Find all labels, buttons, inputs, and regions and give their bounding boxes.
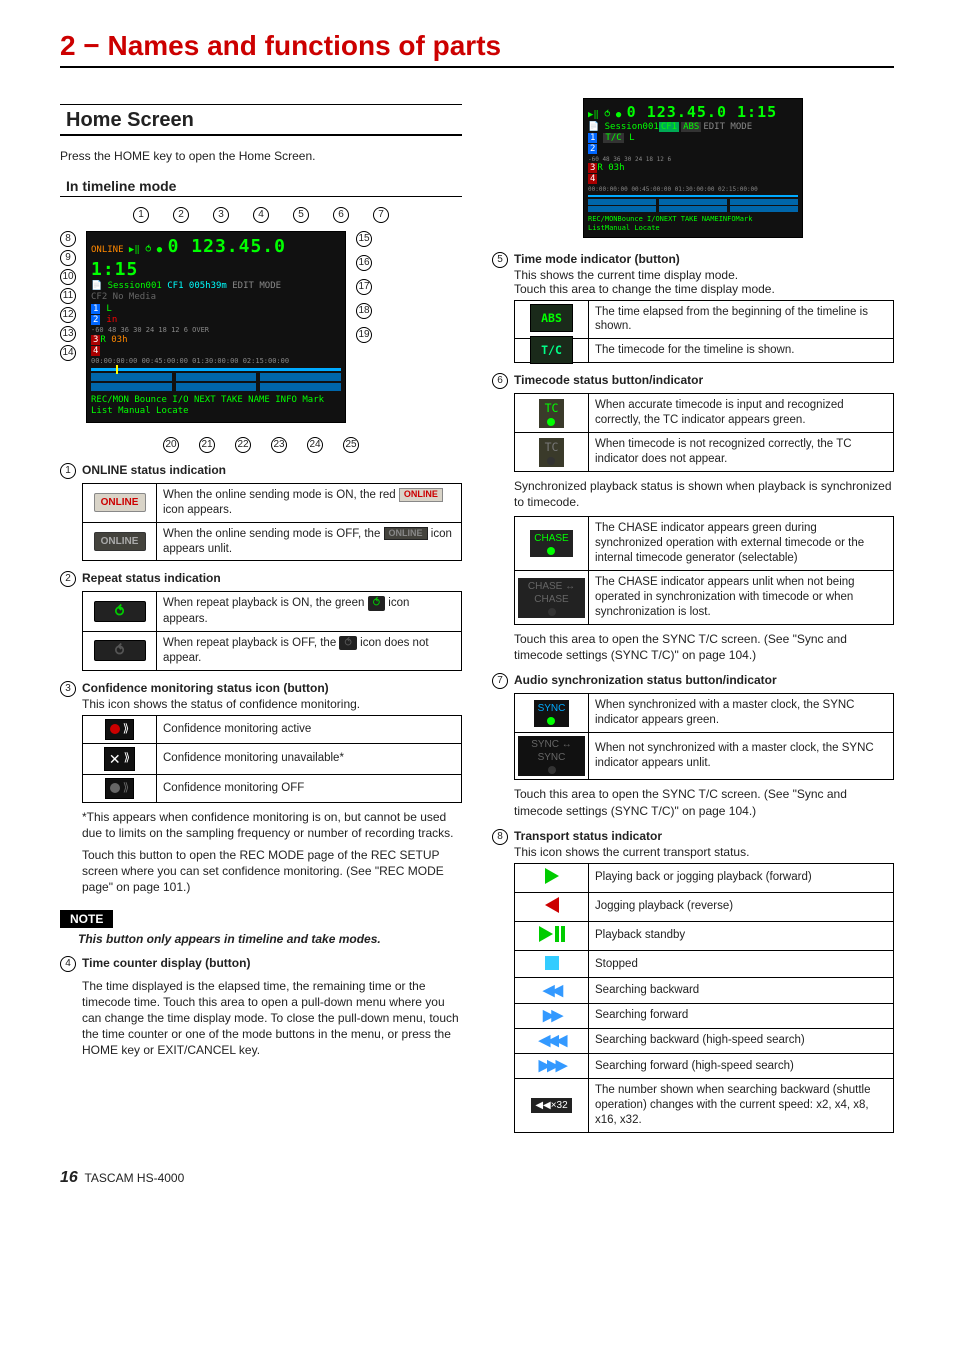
chapter-title: 2 − Names and functions of parts <box>60 30 894 68</box>
callout-21: 21 <box>199 437 215 453</box>
stop-icon <box>527 954 577 972</box>
item4-body: The time displayed is the elapsed time, … <box>82 978 462 1059</box>
play-reverse-icon <box>527 896 577 914</box>
left-column: Home Screen Press the HOME key to open t… <box>60 98 462 1139</box>
model-name: TASCAM HS-4000 <box>84 1171 184 1185</box>
item5-body: This shows the current time display mode… <box>514 268 894 282</box>
callout-11: 11 <box>60 288 76 304</box>
item1-num: 1 <box>60 463 76 479</box>
callout-4: 4 <box>253 207 269 223</box>
tc-ind-on-icon: TC <box>539 399 565 428</box>
callout-23: 23 <box>271 437 287 453</box>
callout-12: 12 <box>60 307 76 323</box>
item6-table: TCWhen accurate timecode is input and re… <box>514 393 894 472</box>
callout-3: 3 <box>213 207 229 223</box>
item3-foot1: *This appears when confidence monitoring… <box>82 809 462 841</box>
abs-icon: ABS <box>530 304 573 332</box>
section-heading: Home Screen <box>60 104 462 136</box>
item5-body2: Touch this area to change the time displ… <box>514 282 894 296</box>
callout-14: 14 <box>60 345 76 361</box>
callout-25: 25 <box>343 437 359 453</box>
play-pause-icon <box>527 925 577 943</box>
item4-title: Time counter display (button) <box>82 956 250 970</box>
forward-hs-icon: ▶▶▶ <box>527 1057 577 1075</box>
conf-off-icon: ⟫ <box>105 778 134 799</box>
item3-sub: This icon shows the status of confidence… <box>82 697 462 711</box>
item3-title: Confidence monitoring status icon (butto… <box>82 681 329 695</box>
callout-22: 22 <box>235 437 251 453</box>
item6-mid: Synchronized playback status is shown wh… <box>514 478 894 510</box>
callout-18: 18 <box>356 303 372 319</box>
callout-19: 19 <box>356 327 372 343</box>
item7-title: Audio synchronization status button/indi… <box>514 673 777 687</box>
item1-table: ONLINE When the online sending mode is O… <box>82 483 462 562</box>
item2-num: 2 <box>60 571 76 587</box>
item8-num: 8 <box>492 829 508 845</box>
sync-off-icon: SYNC ↔ SYNC <box>518 736 585 776</box>
online-off-icon: ONLINE <box>94 532 146 551</box>
shuttle-icon: ◀◀×32 <box>531 1098 571 1113</box>
rewind-icon: ◀◀ <box>527 981 577 999</box>
tc-ind-off-icon: TC <box>539 438 565 467</box>
item4-num: 4 <box>60 956 76 972</box>
item8-table: Playing back or jogging playback (forwar… <box>514 863 894 1133</box>
tc-icon: T/C <box>530 336 573 364</box>
callout-13: 13 <box>60 326 76 342</box>
right-column: ▶‖ ⥀ ● 0 123.45.0 1:15 📄 Session001CF1AB… <box>492 98 894 1139</box>
callout-6: 6 <box>333 207 349 223</box>
chase-on-icon: CHASE <box>530 530 572 557</box>
callout-20: 20 <box>163 437 179 453</box>
item3-num: 3 <box>60 681 76 697</box>
item8-sub: This icon shows the current transport st… <box>514 845 894 859</box>
item7-num: 7 <box>492 673 508 689</box>
sub-heading: In timeline mode <box>60 176 462 197</box>
item6-title: Timecode status button/indicator <box>514 373 703 387</box>
callout-7: 7 <box>373 207 389 223</box>
sync-on-icon: SYNC <box>534 700 570 727</box>
callout-1: 1 <box>133 207 149 223</box>
right-diagram: ▶‖ ⥀ ● 0 123.45.0 1:15 📄 Session001CF1AB… <box>583 98 803 238</box>
page-footer: 16 TASCAM HS-4000 <box>60 1169 894 1187</box>
note-label: NOTE <box>60 910 113 928</box>
callout-15: 15 <box>356 231 372 247</box>
repeat-on-icon: ⥀ <box>94 601 146 621</box>
item8-title: Transport status indicator <box>514 829 662 843</box>
page-number: 16 <box>60 1169 78 1186</box>
item6-num: 6 <box>492 373 508 389</box>
intro-text: Press the HOME key to open the Home Scre… <box>60 148 462 164</box>
callout-2: 2 <box>173 207 189 223</box>
item5-num: 5 <box>492 252 508 268</box>
callout-5: 5 <box>293 207 309 223</box>
item2-title: Repeat status indication <box>82 571 221 585</box>
item1-title: ONLINE status indication <box>82 463 226 477</box>
conf-active-icon: ⟫ <box>105 719 134 740</box>
callout-8: 8 <box>60 231 76 247</box>
item2-table: ⥀ When repeat playback is ON, the green … <box>82 591 462 670</box>
callout-17: 17 <box>356 279 372 295</box>
conf-unavail-icon: ✕⟫ <box>104 747 135 771</box>
item6-foot: Touch this area to open the SYNC T/C scr… <box>514 631 894 663</box>
chase-off-icon: CHASE ↔ CHASE <box>518 578 585 618</box>
callout-9: 9 <box>60 250 76 266</box>
rewind-hs-icon: ◀◀◀ <box>527 1032 577 1050</box>
item7-foot: Touch this area to open the SYNC T/C scr… <box>514 786 894 818</box>
callout-10: 10 <box>60 269 76 285</box>
item7-table: SYNCWhen synchronized with a master cloc… <box>514 693 894 780</box>
callout-16: 16 <box>356 255 372 271</box>
item5-title: Time mode indicator (button) <box>514 252 680 266</box>
item3-foot2: Touch this button to open the REC MODE p… <box>82 847 462 896</box>
online-on-icon: ONLINE <box>94 493 146 512</box>
item6-table2: CHASEThe CHASE indicator appears green d… <box>514 516 894 625</box>
repeat-off-icon: ⥀ <box>94 640 146 660</box>
timeline-diagram: 1 2 3 4 5 6 7 8 9 10 11 12 13 14 <box>60 207 462 453</box>
note-text: This button only appears in timeline and… <box>78 932 462 946</box>
item3-table: ⟫Confidence monitoring active ✕⟫Confiden… <box>82 715 462 803</box>
callout-24: 24 <box>307 437 323 453</box>
item5-table: ABSThe time elapsed from the beginning o… <box>514 300 894 364</box>
play-icon <box>527 867 577 885</box>
diagram-screen: ONLINE ▶‖ ⥀ ● 0 123.45.0 1:15 📄 Session0… <box>86 231 346 423</box>
forward-icon: ▶▶ <box>527 1007 577 1025</box>
